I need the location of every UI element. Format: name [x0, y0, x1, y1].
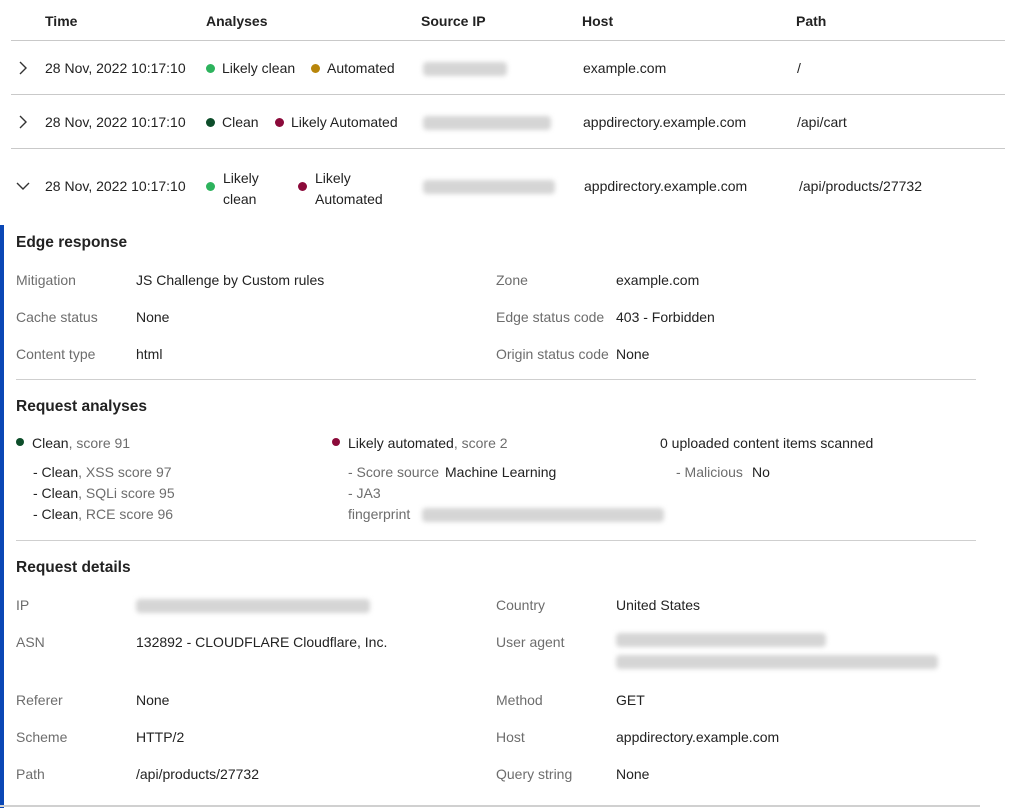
chevron-right-icon[interactable] — [16, 61, 30, 75]
row-path: / — [797, 60, 801, 76]
ip-redacted — [136, 599, 370, 613]
value-origin-status-code: None — [616, 346, 650, 362]
col-source-ip[interactable]: Source IP — [421, 13, 486, 29]
analysis-badge: Likely clean — [223, 170, 259, 207]
analysis-badge: Automated — [311, 60, 395, 76]
section-title-edge-response: Edge response — [16, 234, 128, 251]
label-mitigation: Mitigation — [16, 272, 76, 288]
xss-score: - Clean, XSS score 97 — [33, 464, 172, 480]
label-edge-status-code: Edge status code — [496, 309, 605, 325]
rce-score: - Clean, RCE score 96 — [33, 506, 174, 522]
value-host: appdirectory.example.com — [616, 729, 780, 745]
label-content-type: Content type — [16, 346, 96, 362]
section-title-request-analyses: Request analyses — [16, 398, 147, 415]
analysis-badge: Clean — [206, 114, 259, 130]
value-malicious: No — [752, 464, 770, 480]
label-path: Path — [16, 766, 45, 782]
row-host: example.com — [583, 60, 667, 76]
status-dot-icon — [206, 182, 215, 191]
value-method: GET — [616, 692, 645, 708]
value-mitigation: JS Challenge by Custom rules — [136, 272, 325, 288]
analysis-badge: Likely Automated — [275, 114, 398, 130]
value-country: United States — [616, 597, 701, 613]
source-ip-redacted — [423, 116, 551, 130]
label-malicious: - Malicious — [676, 464, 743, 480]
row-path: /api/products/27732 — [799, 178, 922, 194]
divider — [16, 379, 976, 380]
label-user-agent: User agent — [496, 634, 565, 650]
row-time: 28 Nov, 2022 10:17:10 — [45, 60, 186, 76]
table-bottom-border — [0, 805, 980, 807]
table-row[interactable]: 28 Nov, 2022 10:17:10 Likely clean Autom… — [11, 41, 1005, 95]
clean-score: Clean, score 91 — [32, 435, 131, 451]
value-path: /api/products/27732 — [136, 766, 259, 782]
label-ja3: - JA3 — [348, 485, 381, 501]
status-dot-icon — [206, 63, 215, 73]
request-detail-panel: Edge response Mitigation JS Challenge by… — [0, 225, 1015, 808]
value-score-source: Machine Learning — [445, 464, 557, 480]
value-scheme: HTTP/2 — [136, 729, 185, 745]
uploaded-content-scanned: 0 uploaded content items scanned — [660, 435, 874, 451]
table-row-expanded[interactable]: 28 Nov, 2022 10:17:10 Likely clean Likely… — [11, 149, 1005, 225]
label-referer: Referer — [16, 692, 63, 708]
user-agent-redacted — [616, 655, 938, 669]
row-host: appdirectory.example.com — [583, 114, 747, 130]
source-ip-redacted — [423, 180, 555, 194]
user-agent-redacted — [616, 633, 826, 647]
source-ip-redacted — [423, 62, 507, 76]
analysis-badge: Likely Automated — [315, 170, 383, 207]
value-asn: 132892 - CLOUDFLARE Cloudflare, Inc. — [136, 634, 388, 650]
status-dot-icon — [206, 117, 215, 127]
value-referer: None — [136, 692, 170, 708]
label-asn: ASN — [16, 634, 45, 650]
col-analyses[interactable]: Analyses — [206, 13, 267, 29]
label-country: Country — [496, 597, 546, 613]
chevron-down-icon[interactable] — [16, 179, 30, 193]
table-row[interactable]: 28 Nov, 2022 10:17:10 Clean Likely Autom… — [11, 95, 1005, 149]
label-query-string: Query string — [496, 766, 573, 782]
row-time: 28 Nov, 2022 10:17:10 — [45, 114, 186, 130]
row-host: appdirectory.example.com — [584, 178, 748, 194]
col-path[interactable]: Path — [796, 13, 826, 29]
chevron-right-icon[interactable] — [16, 115, 30, 129]
value-edge-status-code: 403 - Forbidden — [616, 309, 715, 325]
label-zone: Zone — [496, 272, 528, 288]
section-title-request-details: Request details — [16, 559, 131, 576]
value-query-string: None — [616, 766, 650, 782]
value-zone: example.com — [616, 272, 700, 288]
col-host[interactable]: Host — [582, 13, 613, 29]
label-ip: IP — [16, 597, 30, 613]
clean-dot-icon — [16, 438, 24, 446]
label-method: Method — [496, 692, 543, 708]
analysis-badge: Likely clean — [206, 60, 295, 76]
bot-score: Likely automated, score 2 — [348, 435, 508, 451]
label-ja3-fingerprint: fingerprint — [348, 506, 411, 522]
table-header: Time Analyses Source IP Host Path — [11, 0, 1005, 41]
row-path: /api/cart — [797, 114, 847, 130]
divider — [16, 540, 976, 541]
status-dot-icon — [311, 63, 320, 73]
row-time: 28 Nov, 2022 10:17:10 — [45, 178, 186, 194]
label-scheme: Scheme — [16, 729, 68, 745]
sqli-score: - Clean, SQLi score 95 — [33, 485, 175, 501]
automated-dot-icon — [332, 438, 340, 446]
ja3-fingerprint-redacted — [422, 508, 664, 522]
status-dot-icon — [275, 117, 284, 127]
value-cache-status: None — [136, 309, 170, 325]
label-score-source: - Score source — [348, 464, 440, 480]
status-dot-icon — [298, 182, 307, 191]
label-host: Host — [496, 729, 525, 745]
value-content-type: html — [136, 346, 163, 362]
label-cache-status: Cache status — [16, 309, 98, 325]
label-origin-status-code: Origin status code — [496, 346, 609, 362]
col-time[interactable]: Time — [45, 13, 77, 29]
